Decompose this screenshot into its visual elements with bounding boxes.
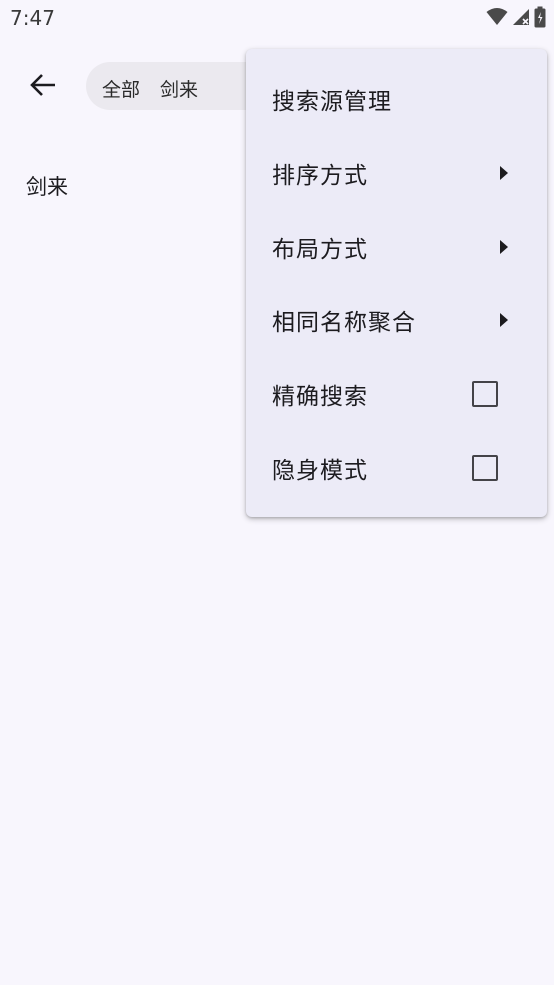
battery-icon — [534, 6, 546, 28]
search-input[interactable]: 剑来 — [160, 75, 198, 102]
signal-icon — [512, 7, 530, 27]
menu-item-label: 精确搜索 — [272, 384, 368, 410]
menu-item-exact-search[interactable]: 精确搜索 — [246, 357, 547, 431]
submenu-arrow-icon — [500, 240, 508, 254]
menu-item-layout[interactable]: 布局方式 — [246, 210, 547, 284]
status-icons — [486, 6, 546, 28]
submenu-arrow-icon — [500, 166, 508, 180]
status-time: 7:47 — [10, 6, 55, 30]
overflow-menu: 搜索源管理 排序方式 布局方式 相同名称聚合 精确搜索 隐身模式 — [246, 49, 547, 517]
wifi-icon — [486, 7, 508, 27]
result-item[interactable]: 剑来 — [26, 171, 68, 201]
exact-search-checkbox[interactable] — [472, 381, 498, 407]
menu-item-incognito-mode[interactable]: 隐身模式 — [246, 431, 547, 505]
status-bar: 7:47 — [0, 0, 554, 38]
menu-item-label: 排序方式 — [272, 163, 368, 189]
menu-item-label: 隐身模式 — [272, 458, 368, 484]
menu-item-label: 布局方式 — [272, 237, 368, 263]
menu-item-sort[interactable]: 排序方式 — [246, 136, 547, 210]
search-scope-label[interactable]: 全部 — [102, 75, 140, 102]
back-button[interactable] — [22, 66, 64, 108]
menu-item-aggregate-same-name[interactable]: 相同名称聚合 — [246, 283, 547, 357]
menu-item-source-management[interactable]: 搜索源管理 — [246, 62, 547, 136]
incognito-mode-checkbox[interactable] — [472, 455, 498, 481]
submenu-arrow-icon — [500, 313, 508, 327]
arrow-back-icon — [29, 71, 57, 103]
menu-item-label: 搜索源管理 — [272, 89, 392, 115]
menu-item-label: 相同名称聚合 — [272, 310, 416, 336]
